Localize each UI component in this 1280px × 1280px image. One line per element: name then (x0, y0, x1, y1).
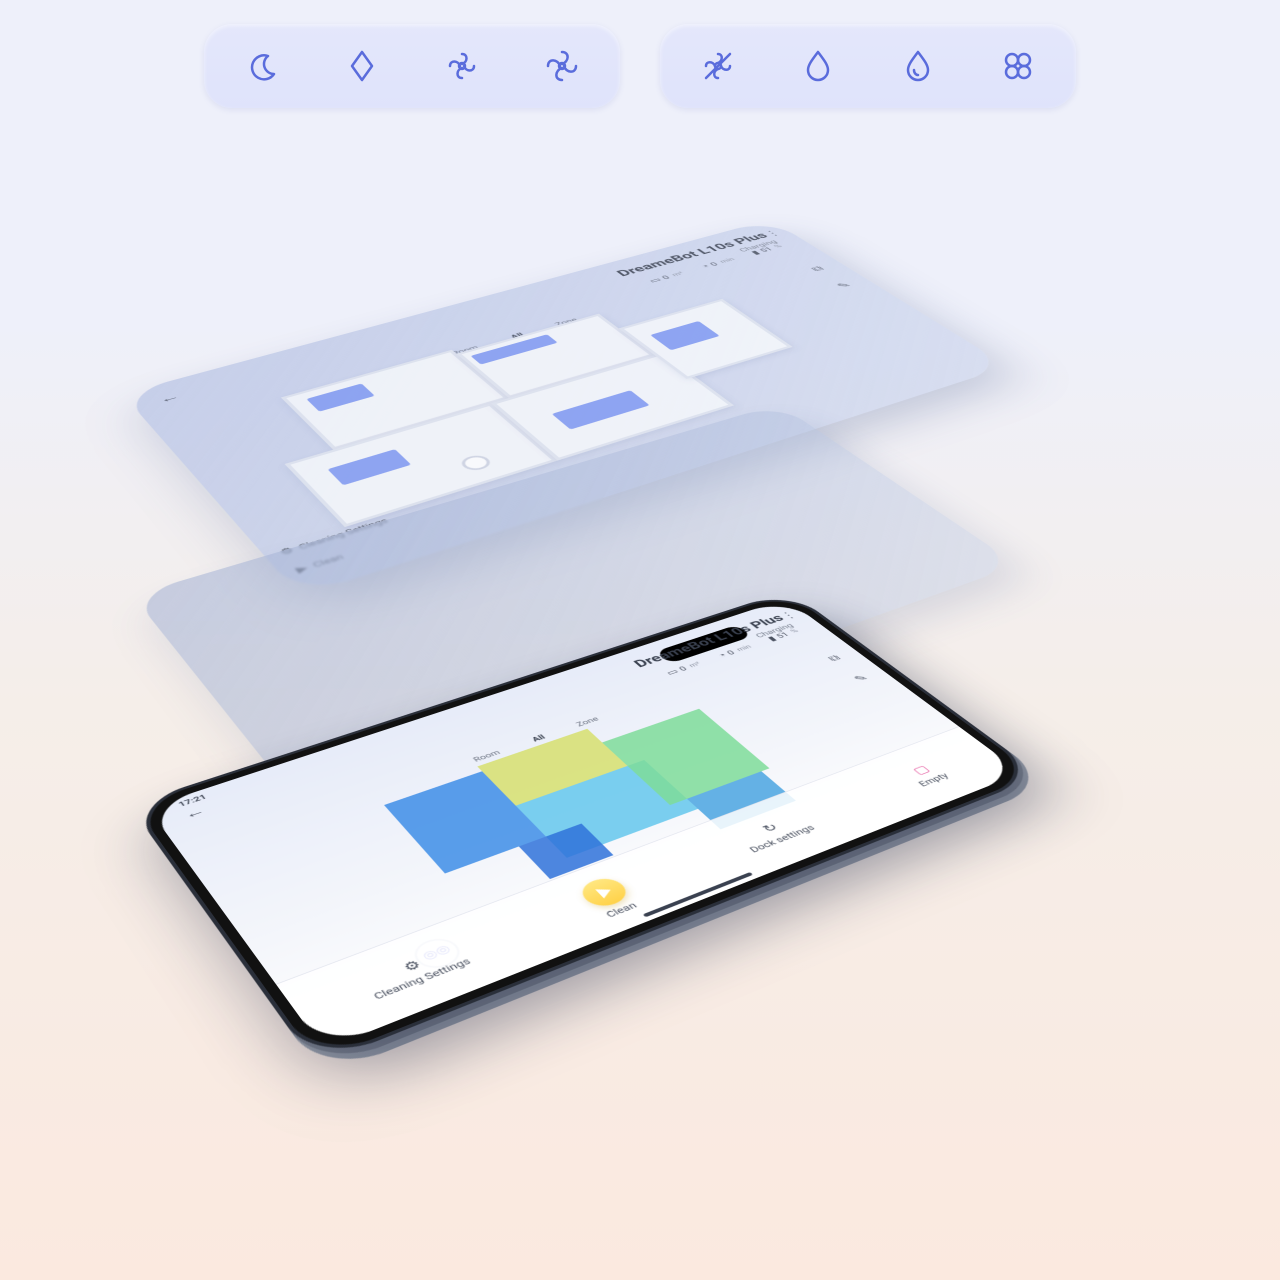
dock-settings-label: Dock settings (747, 823, 817, 854)
area-icon: ▭ (647, 276, 664, 284)
back-button[interactable]: ← (155, 390, 184, 406)
sliders-icon: ⚙ (400, 957, 424, 974)
map-tools: ⧉ ✎ (816, 649, 878, 688)
map-edit-icon[interactable]: ✎ (843, 668, 879, 687)
map-layers-icon[interactable]: ⧉ (800, 261, 836, 276)
map-tools: ⧉ ✎ (800, 261, 862, 293)
empty-button[interactable]: ▢ Empty (902, 760, 951, 788)
cleaning-settings-button[interactable]: ⚙ Cleaning Settings (360, 942, 473, 1001)
map-edit-icon[interactable]: ✎ (826, 277, 862, 293)
map-layers-icon[interactable]: ⧉ (816, 649, 852, 668)
area-icon: ▭ (664, 667, 681, 676)
home-indicator (643, 872, 753, 917)
play-icon (574, 874, 633, 911)
back-button[interactable]: ← (180, 803, 209, 822)
robot-status-icon[interactable]: ⦾⦾ (407, 934, 467, 974)
dock-icon: ↻ (759, 821, 781, 835)
clean-button[interactable]: Clean (574, 874, 643, 921)
floorplan-2d[interactable] (352, 688, 834, 936)
dock-settings-button[interactable]: ↻ Dock settings (734, 811, 817, 854)
cleaning-settings-label: Cleaning Settings (371, 956, 473, 1002)
status-time: 17:21 (177, 793, 209, 808)
tab-all[interactable]: All (530, 733, 547, 743)
scene: ← DreameBot L10s Plus Charging ⋮ ▭ 0 m² … (0, 0, 1280, 1280)
clean-label: Clean (603, 900, 639, 919)
empty-icon: ▢ (909, 763, 932, 777)
